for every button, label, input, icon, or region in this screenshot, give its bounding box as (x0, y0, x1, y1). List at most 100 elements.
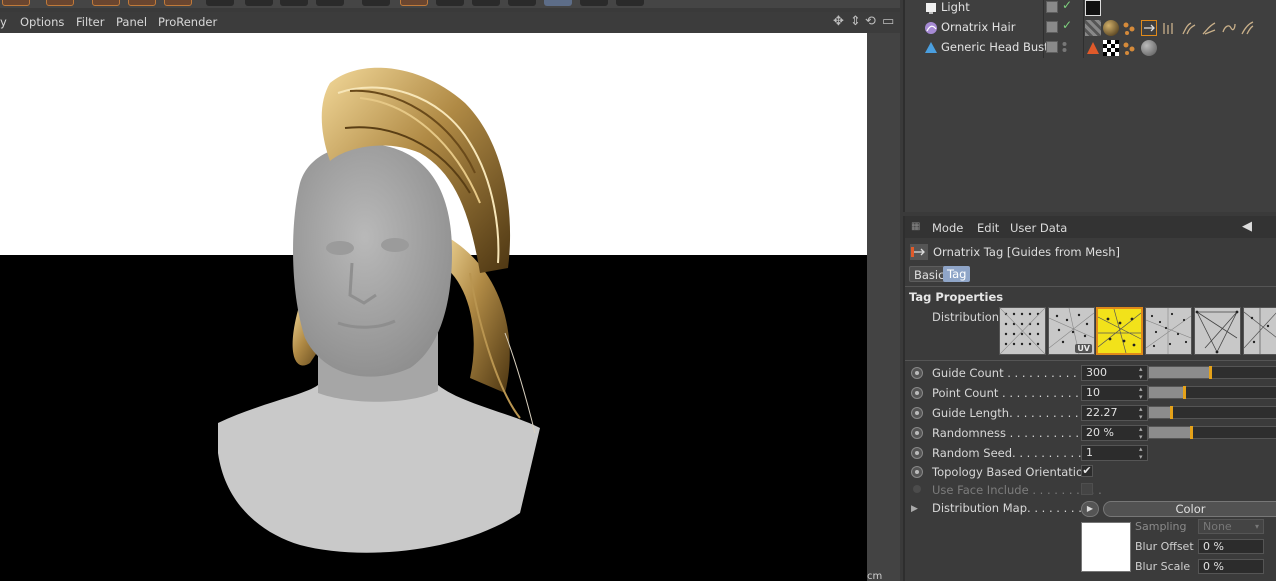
randomness-slider[interactable] (1148, 426, 1276, 439)
distribution-thumb-uniform[interactable] (999, 307, 1046, 355)
hair-from-guides-tag-icon[interactable] (1161, 20, 1177, 36)
topology-checkbox[interactable]: ✔ (1081, 465, 1093, 477)
prop-label: Point Count . . . . . . . . . . . . (932, 386, 1087, 400)
expand-arrow-icon[interactable]: ▶ (911, 504, 918, 514)
menu-mode[interactable]: Mode (932, 221, 963, 235)
animate-radio[interactable] (911, 367, 923, 379)
sampling-select: None ▾ (1198, 519, 1264, 534)
prop-random-seed: Random Seed. . . . . . . . . . . . 1 (905, 443, 1276, 463)
slider-fill (1149, 387, 1184, 398)
random-seed-input[interactable]: 1 (1081, 445, 1148, 461)
distribution-thumb-vertex[interactable] (1194, 307, 1241, 355)
point-count-slider[interactable] (1148, 386, 1276, 399)
object-row-ornatrix-hair[interactable]: Ornatrix Hair ✓ (905, 18, 1276, 38)
randomness-input[interactable]: 20 % (1081, 425, 1148, 441)
toolbar-button[interactable] (400, 0, 428, 6)
guides-tag-icon[interactable] (1121, 40, 1137, 56)
render-view-button[interactable] (92, 0, 120, 6)
toolbar-button[interactable] (436, 0, 464, 6)
toolbar-button[interactable] (46, 0, 74, 6)
guide-count-slider[interactable] (1148, 366, 1276, 379)
distribution-thumb-uv[interactable]: UV (1048, 307, 1095, 355)
play-button[interactable] (280, 0, 308, 6)
tab-tag[interactable]: Tag (943, 266, 971, 282)
light-tag-icon[interactable] (1085, 0, 1101, 16)
distribution-map-preview[interactable] (1081, 522, 1131, 572)
distribution-thumb-edge[interactable] (1243, 307, 1276, 355)
material-tag-icon[interactable] (1103, 20, 1119, 36)
enabled-check-icon[interactable]: ✓ (1062, 18, 1072, 32)
frizz-tag-icon[interactable] (1181, 20, 1197, 36)
toolbar-button[interactable] (2, 0, 30, 6)
toolbar-button[interactable] (206, 0, 234, 6)
phong-tag-icon[interactable] (1085, 40, 1101, 56)
slider-knob[interactable] (1209, 366, 1213, 379)
animate-radio[interactable] (911, 427, 923, 439)
visibility-dots-icon[interactable] (1062, 41, 1067, 53)
slider-knob[interactable] (1182, 386, 1186, 399)
play-button[interactable] (245, 0, 273, 6)
animate-radio[interactable] (911, 466, 923, 478)
edit-render-settings-button[interactable] (164, 0, 192, 6)
map-arrow-button[interactable]: ▶ (1081, 501, 1099, 517)
object-row-generic-head-bust[interactable]: Generic Head Bust (905, 38, 1276, 58)
guides-tag-icon[interactable] (1121, 20, 1137, 36)
move-view-icon[interactable]: ✥ (833, 14, 844, 29)
distribution-thumb-face-center[interactable] (1096, 307, 1143, 355)
toolbar-button[interactable] (362, 0, 390, 6)
zoom-view-icon[interactable]: ⇕ (850, 14, 861, 29)
toolbar-button[interactable] (472, 0, 500, 6)
back-arrow-icon[interactable]: ◀ (1242, 219, 1252, 234)
toolbar-button[interactable] (508, 0, 536, 6)
grip-icon[interactable]: ▦ (911, 221, 920, 232)
point-count-input[interactable]: 10 (1081, 385, 1148, 401)
editor-visibility-icon[interactable] (1046, 21, 1058, 33)
animate-radio[interactable] (911, 447, 923, 459)
curl-tag-icon[interactable] (1221, 20, 1237, 36)
animate-radio[interactable] (911, 387, 923, 399)
rotate-view-icon[interactable]: ⟲ (865, 14, 876, 29)
menu-edit[interactable]: Edit (977, 221, 999, 235)
animate-radio[interactable] (911, 407, 923, 419)
object-row-light[interactable]: Light ✓ (905, 0, 1276, 18)
blur-offset-input[interactable]: 0 % (1198, 539, 1264, 554)
divider (905, 286, 1276, 287)
main-toolbar (0, 0, 900, 8)
enabled-check-icon[interactable]: ✓ (1062, 0, 1072, 12)
toolbar-button[interactable] (580, 0, 608, 6)
guides-from-mesh-tag-icon[interactable] (1141, 20, 1157, 36)
prop-label: Guide Length. . . . . . . . . . . . (932, 406, 1094, 420)
toolbar-button[interactable] (544, 0, 572, 6)
slider-knob[interactable] (1190, 426, 1194, 439)
divider (905, 360, 1276, 361)
toolbar-button[interactable] (616, 0, 644, 6)
object-name[interactable]: Ornatrix Hair (941, 20, 1015, 34)
object-name[interactable]: Generic Head Bust (941, 40, 1049, 54)
blur-scale-input[interactable]: 0 % (1198, 559, 1264, 574)
menu-filter[interactable]: Filter (76, 15, 104, 29)
uvw-tag-icon[interactable] (1103, 40, 1119, 56)
render-picture-button[interactable] (128, 0, 156, 6)
guide-count-input[interactable]: 300 (1081, 365, 1148, 381)
clump-tag-icon[interactable] (1201, 20, 1217, 36)
menu-view[interactable]: y (0, 15, 7, 29)
menu-user-data[interactable]: User Data (1010, 221, 1067, 235)
strand-tag-icon[interactable] (1239, 20, 1255, 36)
menu-options[interactable]: Options (20, 15, 64, 29)
play-button[interactable] (316, 0, 344, 6)
distribution-thumb-random-area[interactable] (1145, 307, 1192, 355)
editor-visibility-icon[interactable] (1046, 41, 1058, 53)
menu-panel[interactable]: Panel (116, 15, 147, 29)
menu-prorender[interactable]: ProRender (158, 15, 217, 29)
texture-tag-icon[interactable] (1085, 20, 1101, 36)
color-button[interactable]: Color (1103, 501, 1276, 517)
material-tag-icon[interactable] (1141, 40, 1157, 56)
toggle-layout-icon[interactable]: ▭ (882, 14, 894, 29)
viewport-render[interactable] (0, 33, 867, 581)
slider-knob[interactable] (1169, 406, 1173, 419)
object-name[interactable]: Light (941, 0, 970, 14)
guide-length-input[interactable]: 22.27 (1081, 405, 1148, 421)
editor-visibility-icon[interactable] (1046, 1, 1058, 13)
guide-length-slider[interactable] (1148, 406, 1276, 419)
distribution-map-label: Distribution Map. . . . . . . . . . (932, 501, 1097, 515)
